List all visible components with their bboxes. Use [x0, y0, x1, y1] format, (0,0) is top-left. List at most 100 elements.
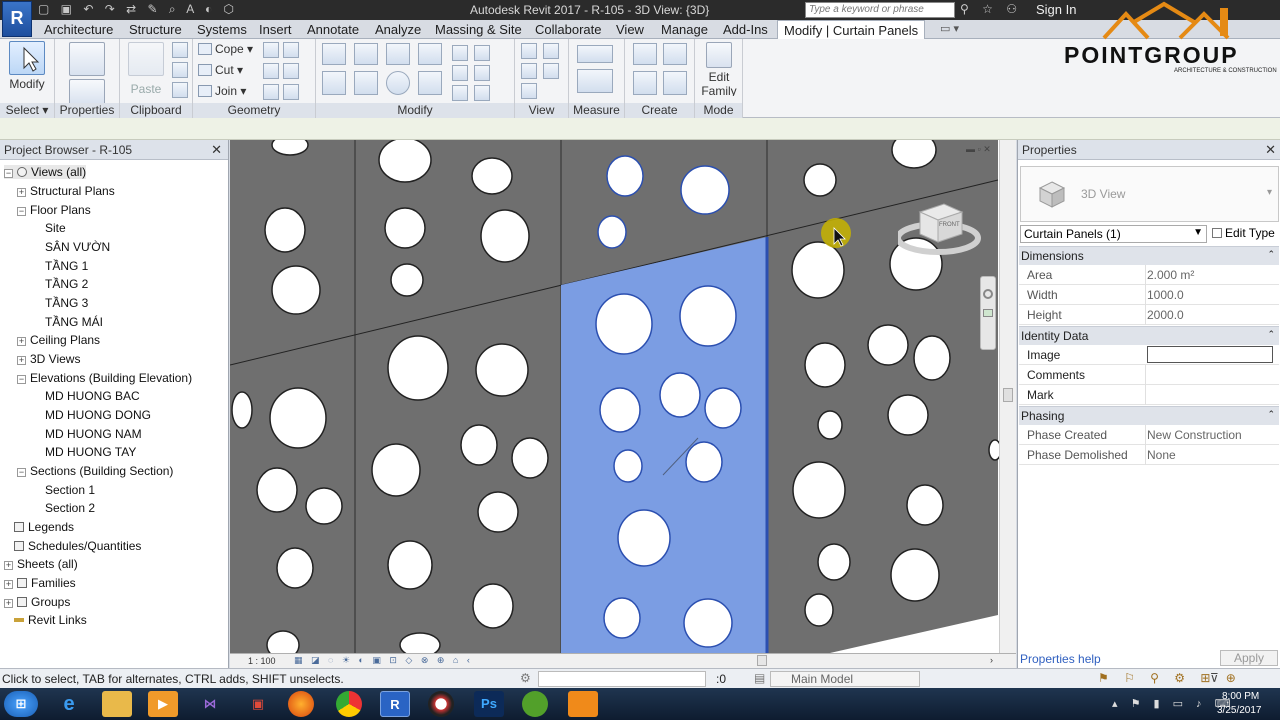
- scroll-right-icon[interactable]: ›: [990, 655, 993, 665]
- collapse-toggle[interactable]: −: [4, 169, 13, 178]
- view-dropdown-icon[interactable]: [543, 43, 559, 59]
- collapse-icon[interactable]: ⌃: [1267, 409, 1275, 420]
- expand-toggle[interactable]: +: [4, 599, 13, 608]
- dimension-icon[interactable]: [577, 69, 613, 93]
- revit-app-icon[interactable]: R: [2, 1, 32, 37]
- tree-item-tang-1[interactable]: TẦNG 1: [45, 259, 88, 273]
- collapse-toggle[interactable]: −: [17, 375, 26, 384]
- tree-item-md-huong-tay[interactable]: MD HUONG TAY: [45, 445, 136, 459]
- edit-family-button[interactable]: Edit Family: [699, 42, 739, 96]
- collapse-icon[interactable]: ⌃: [1267, 329, 1275, 340]
- unpin-icon[interactable]: [452, 85, 468, 101]
- worksets-icon[interactable]: ⚙: [520, 671, 531, 685]
- scroll-thumb[interactable]: [1003, 388, 1013, 402]
- horizontal-scroll-thumb[interactable]: [757, 655, 767, 666]
- design-options-icon[interactable]: ▤: [754, 671, 765, 685]
- collapse-toggle[interactable]: −: [17, 468, 26, 477]
- selection-filter-icons[interactable]: ⚑ ⚐ ⚲ ⚙ ⊞ ⊕: [1098, 671, 1242, 685]
- expand-toggle[interactable]: +: [4, 561, 13, 570]
- measure-icon[interactable]: [577, 45, 613, 63]
- prop-row-height[interactable]: Height 2000.0: [1019, 305, 1279, 325]
- app-green-icon[interactable]: [522, 691, 548, 717]
- prop-group-identity-data[interactable]: Identity Data ⌃: [1019, 326, 1279, 345]
- trim-extend-icon[interactable]: [418, 71, 442, 95]
- tree-item-site[interactable]: Site: [45, 221, 66, 235]
- prop-row-mark[interactable]: Mark: [1019, 385, 1279, 405]
- type-dropdown-icon[interactable]: ▾: [1267, 187, 1272, 198]
- expand-toggle[interactable]: +: [17, 337, 26, 346]
- tab-modify-curtain-panels[interactable]: Modify | Curtain Panels: [777, 20, 926, 40]
- align-icon[interactable]: [322, 43, 346, 65]
- prop-row-phase-demolished[interactable]: Phase Demolished None: [1019, 445, 1279, 465]
- tree-item-san-vuon[interactable]: SÂN VƯỜN: [45, 240, 110, 254]
- demolish-icon[interactable]: [283, 63, 299, 79]
- create-parts-icon[interactable]: [663, 43, 687, 65]
- create-assembly-icon[interactable]: [633, 43, 657, 65]
- tree-item-structural-plans[interactable]: + Structural Plans: [17, 184, 115, 198]
- prop-row-area[interactable]: Area 2.000 m²: [1019, 265, 1279, 285]
- tree-item-elevations[interactable]: − Elevations (Building Elevation): [17, 371, 192, 385]
- tree-item-section-1[interactable]: Section 1: [45, 483, 95, 497]
- clock-date[interactable]: 3/25/2017: [1217, 705, 1262, 716]
- properties-button[interactable]: [69, 42, 105, 105]
- app-icon[interactable]: ▣: [243, 691, 273, 717]
- cope-button[interactable]: Cope ▾: [198, 42, 253, 56]
- tree-item-md-huong-bac[interactable]: MD HUONG BAC: [45, 389, 140, 403]
- prop-row-width[interactable]: Width 1000.0: [1019, 285, 1279, 305]
- tree-item-legends[interactable]: Legends: [14, 520, 74, 534]
- tree-item-revit-links[interactable]: Revit Links: [14, 613, 87, 627]
- app-orange-icon[interactable]: [568, 691, 598, 717]
- tree-item-md-huong-nam[interactable]: MD HUONG NAM: [45, 427, 142, 441]
- copy-icon[interactable]: [172, 62, 188, 78]
- paint-icon[interactable]: [283, 42, 299, 58]
- tab-view[interactable]: View: [616, 22, 644, 37]
- tab-architecture[interactable]: Architecture: [44, 22, 113, 37]
- close-icon[interactable]: ✕: [1265, 142, 1276, 158]
- hammer-icon[interactable]: [283, 84, 299, 100]
- visual-studio-icon[interactable]: ⋈: [195, 691, 225, 717]
- split-icon[interactable]: [452, 45, 468, 61]
- tree-item-sections[interactable]: − Sections (Building Section): [17, 464, 173, 478]
- type-selector[interactable]: 3D View ▾: [1020, 166, 1279, 222]
- tab-structure[interactable]: Structure: [129, 22, 182, 37]
- tab-manage[interactable]: Manage: [661, 22, 708, 37]
- close-icon[interactable]: ✕: [211, 142, 222, 158]
- revit-taskbar-icon[interactable]: R: [380, 691, 410, 717]
- collapse-icon[interactable]: ⌃: [1267, 249, 1275, 260]
- expand-toggle[interactable]: +: [17, 356, 26, 365]
- tree-item-3d-views[interactable]: +3D Views: [17, 352, 80, 366]
- create-similar-icon[interactable]: [663, 71, 687, 95]
- internet-explorer-icon[interactable]: e: [54, 691, 84, 717]
- tab-massing-site[interactable]: Massing & Site: [435, 22, 522, 37]
- 3d-view-canvas[interactable]: FRONT ▬ ▫ ✕: [230, 140, 1016, 653]
- copy-element-icon[interactable]: [354, 71, 378, 95]
- move-icon[interactable]: [322, 71, 346, 95]
- split-face-icon[interactable]: [263, 42, 279, 58]
- delete-icon[interactable]: [474, 85, 490, 101]
- prop-row-phase-created[interactable]: Phase Created New Construction: [1019, 425, 1279, 445]
- navigation-bar[interactable]: [980, 276, 996, 350]
- match-properties-icon[interactable]: [172, 82, 188, 98]
- tab-collaborate[interactable]: Collaborate: [535, 22, 602, 37]
- cut-scissors-icon[interactable]: [172, 42, 188, 58]
- offset-icon[interactable]: [354, 43, 378, 65]
- rotate-icon[interactable]: [386, 71, 410, 95]
- scale-icon[interactable]: [452, 65, 468, 81]
- viewcube[interactable]: FRONT: [895, 198, 984, 260]
- tab-add-ins[interactable]: Add-Ins: [723, 22, 768, 37]
- file-explorer-icon[interactable]: [102, 691, 132, 717]
- tree-item-ceiling-plans[interactable]: + Ceiling Plans: [17, 333, 100, 347]
- wall-joins-icon[interactable]: [263, 63, 279, 79]
- pin-icon[interactable]: [474, 65, 490, 81]
- tree-item-section-2[interactable]: Section 2: [45, 501, 95, 515]
- properties-help-link[interactable]: Properties help: [1020, 652, 1101, 666]
- join-button[interactable]: Join ▾: [198, 84, 246, 98]
- chrome-icon[interactable]: [336, 691, 362, 717]
- media-player-icon[interactable]: ▶: [148, 691, 178, 717]
- zoom-icon[interactable]: [983, 309, 993, 317]
- prop-row-image[interactable]: Image: [1019, 345, 1279, 365]
- tree-item-floor-plans[interactable]: − Floor Plans: [17, 203, 91, 217]
- cut-button[interactable]: Cut ▾: [198, 63, 243, 77]
- tab-analyze[interactable]: Analyze: [375, 22, 421, 37]
- tree-item-views-all[interactable]: − Views (all): [4, 165, 87, 179]
